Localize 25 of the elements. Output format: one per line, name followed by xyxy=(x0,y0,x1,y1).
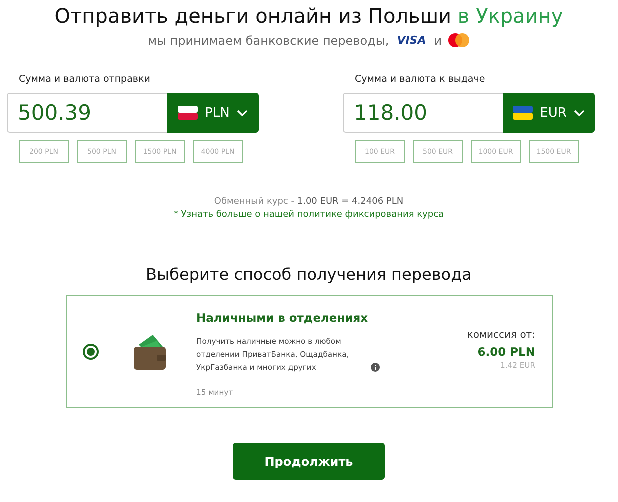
chevron-down-icon xyxy=(574,110,585,116)
flag-icon xyxy=(178,106,198,120)
section-heading: Выберите способ получения перевода xyxy=(146,265,472,284)
wallet-icon xyxy=(132,332,166,370)
amount-label: Сумма и валюта к выдаче xyxy=(355,74,486,85)
amount-input[interactable]: 500.39 xyxy=(7,93,167,133)
exchange-rate-text: Обменный курс - 1.00 EUR = 4.2406 PLN xyxy=(214,197,404,207)
radio-button[interactable] xyxy=(82,344,98,360)
conjunction-text: и xyxy=(434,34,442,48)
method-title: Наличными в отделениях xyxy=(196,310,370,324)
currency-dropdown[interactable]: PLN xyxy=(167,93,259,133)
currency-dropdown[interactable]: EUR xyxy=(503,93,595,133)
continue-button[interactable]: Продолжить xyxy=(233,443,385,480)
policy-link[interactable]: * Узнать больше о нашей политике фиксирования курса xyxy=(174,210,444,220)
fee-label: комиссия от: xyxy=(467,330,536,341)
chevron-down-icon xyxy=(236,110,248,116)
flag-icon xyxy=(513,106,534,120)
amount-label: Сумма и валюта отправки xyxy=(19,74,152,85)
info-icon[interactable] xyxy=(370,362,380,372)
visa-logo: VISA xyxy=(397,34,426,47)
fee-amount: 6.00 PLN xyxy=(478,345,536,359)
page-title: Отправить деньги онлайн из Польши в Украину xyxy=(54,4,564,28)
subtitle: мы принимаем банковские переводы, xyxy=(148,34,390,48)
card-logo-icon xyxy=(448,33,470,48)
amount-input[interactable]: 118.00 xyxy=(343,93,503,133)
